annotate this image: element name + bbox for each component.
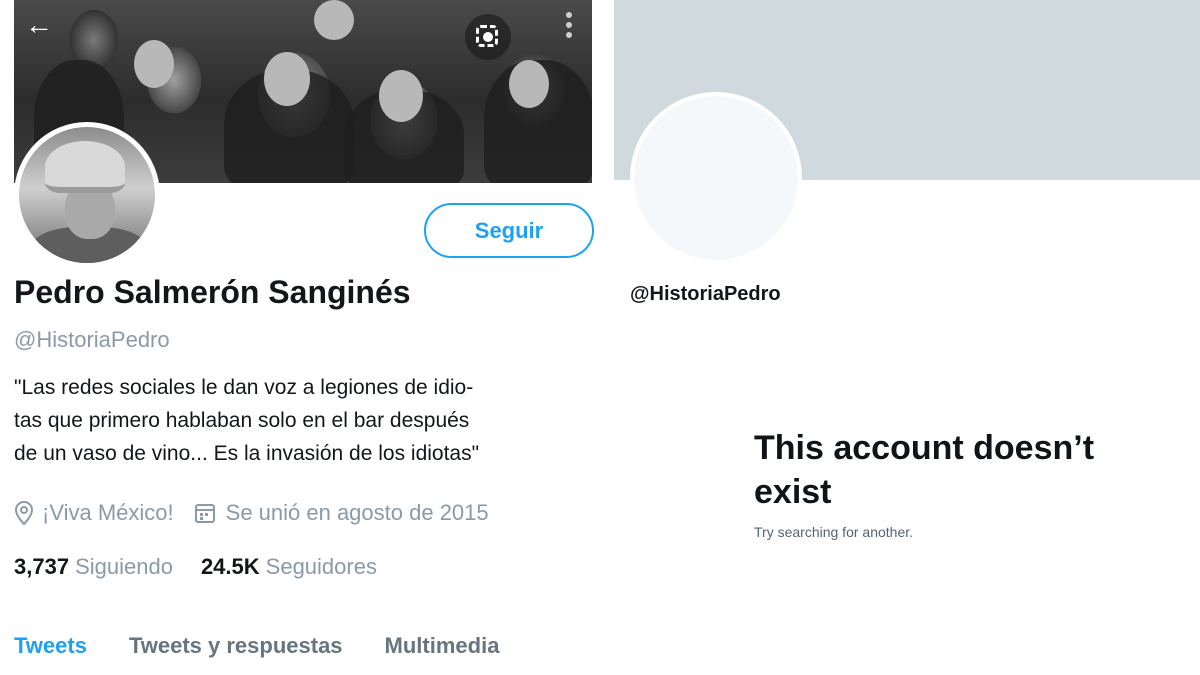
more-vertical-icon[interactable] [560,8,578,48]
followers-label: Seguidores [265,554,377,579]
avatar-hat [45,141,125,193]
more-dot [566,12,572,18]
location-pin-icon [14,501,34,525]
tab-tweets-replies[interactable]: Tweets y respuestas [129,633,343,659]
calendar-icon [194,504,215,523]
avatar-placeholder-fill [634,96,798,260]
avatar-image [19,127,155,263]
profile-panel-right: @HistoriaPedro This account doesn’t exis… [614,0,1200,675]
bio-line: tas que primero hablaban solo en el bar … [14,409,470,432]
lens-icon[interactable] [465,14,511,60]
tab-media[interactable]: Multimedia [385,633,500,659]
profile-meta: ¡Viva México! Se unió en agosto de 2015 [14,500,489,526]
following-count: 3,737 [14,554,70,579]
followers-link[interactable]: 24.5K Seguidores [201,554,377,580]
more-dot [566,32,572,38]
following-label: Siguiendo [75,554,173,579]
location-text: ¡Viva México! [42,500,174,525]
banner-face [379,70,423,122]
more-dot [566,22,572,28]
followers-count: 24.5K [200,554,260,579]
empty-state-title: This account doesn’t exist [754,429,1095,511]
lens-dot [483,32,493,42]
profile-tabs: Tweets Tweets y respuestas Multimedia [14,633,541,659]
empty-state-subtitle: Try searching for another. [754,524,914,540]
tab-tweets[interactable]: Tweets [14,633,87,659]
display-name: Pedro Salmerón Sanginés [14,274,411,310]
banner-face [314,0,354,40]
avatar[interactable] [14,122,160,268]
bio-line: de un vaso de vino... Es la invasión de … [14,442,480,465]
follow-stats: 3,737 Siguiendo 24.5K Seguidores [14,554,377,580]
user-handle: @HistoriaPedro [630,283,781,305]
avatar-placeholder [630,92,802,264]
panel-divider [601,0,615,675]
profile-panel-left: ← Seguir Pedro Salmerón Sanginés @Histor… [0,0,600,675]
following-link[interactable]: 3,737 Siguiendo [14,554,173,580]
banner-face [509,60,549,108]
bio: "Las redes sociales le dan voz a legione… [14,371,594,470]
follow-button[interactable]: Seguir [424,203,594,258]
bio-line: "Las redes sociales le dan voz a legione… [14,376,474,399]
user-handle: @HistoriaPedro [14,327,170,352]
arrow-left-icon[interactable]: ← [22,8,56,42]
banner-face [134,40,174,88]
banner-face [264,52,310,106]
joined-date-text: Se unió en agosto de 2015 [225,500,489,525]
